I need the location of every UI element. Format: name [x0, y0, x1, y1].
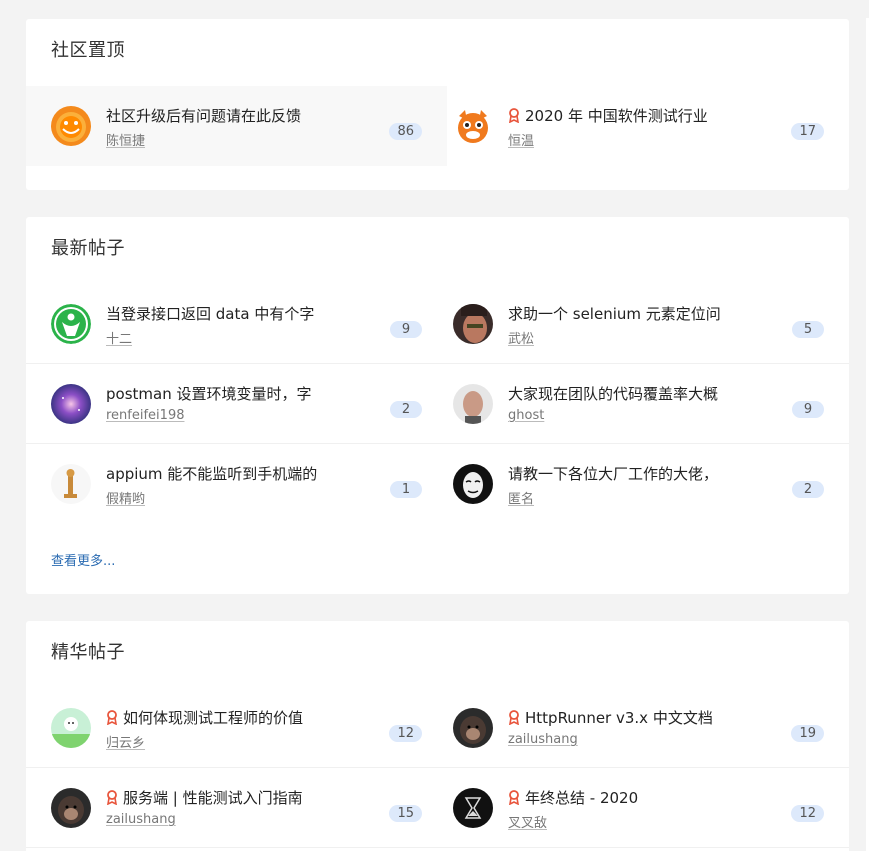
reply-count-badge: 12 — [791, 805, 824, 822]
topic-item[interactable]: postman 设置环境变量时，字 renfeifei198 2 — [26, 364, 447, 444]
user-avatar[interactable] — [453, 384, 493, 424]
topic-title[interactable]: 如何体现测试工程师的价值 — [106, 707, 303, 728]
reply-count-badge: 2 — [390, 401, 422, 418]
topic-author[interactable]: 武松 — [508, 328, 534, 347]
reply-count-badge: 15 — [389, 805, 422, 822]
topic-title[interactable]: 请教一下各位大厂工作的大佬， — [508, 463, 718, 484]
section-title: 精华帖子 — [51, 642, 125, 663]
topic-item[interactable]: 请教一下各位大厂工作的大佬， 匿名 2 — [428, 444, 849, 524]
topic-title[interactable]: 当登录接口返回 data 中有个字 — [106, 303, 314, 324]
topic-author[interactable]: 匿名 — [508, 488, 534, 507]
topic-item[interactable]: 求助一个 selenium 元素定位问 武松 5 — [428, 284, 849, 364]
topic-title[interactable]: 服务端 | 性能测试入门指南 — [106, 787, 303, 808]
pinned-section: 社区置顶 社区升级后有问题请在此反馈 陈恒捷 86 2020 年 中国软件测试行… — [26, 19, 849, 190]
topic-title-text: 服务端 | 性能测试入门指南 — [123, 789, 303, 807]
section-title: 社区置顶 — [51, 40, 125, 61]
user-avatar[interactable] — [453, 464, 493, 504]
user-avatar[interactable] — [453, 304, 493, 344]
latest-section: 最新帖子 当登录接口返回 data 中有个字 十二 9 求助一个 seleniu… — [26, 217, 849, 594]
topic-title[interactable]: appium 能不能监听到手机端的 — [106, 463, 317, 484]
topic-item[interactable]: 如何体现测试工程师的价值 归云乡 12 — [26, 688, 447, 768]
award-ribbon-icon — [107, 790, 117, 805]
topic-title[interactable]: postman 设置环境变量时，字 — [106, 383, 311, 404]
excellent-section: 精华帖子 如何体现测试工程师的价值 归云乡 12 HttpRunner v3.x… — [26, 621, 849, 851]
user-avatar[interactable] — [453, 708, 493, 748]
reply-count-badge: 12 — [389, 725, 422, 742]
user-avatar[interactable] — [51, 106, 91, 146]
topic-author[interactable]: zailushang — [508, 732, 578, 747]
topic-author[interactable]: 陈恒捷 — [106, 130, 145, 149]
reply-count-badge: 5 — [792, 321, 824, 338]
reply-count-badge: 19 — [791, 725, 824, 742]
user-avatar[interactable] — [51, 304, 91, 344]
section-title: 最新帖子 — [51, 238, 125, 259]
topic-item[interactable]: 当登录接口返回 data 中有个字 十二 9 — [26, 284, 447, 364]
topic-item[interactable]: 服务端 | 性能测试入门指南 zailushang 15 — [26, 768, 447, 848]
topic-item[interactable]: 2020 年 中国软件测试行业 恒温 17 — [428, 86, 849, 166]
topic-title[interactable]: 大家现在团队的代码覆盖率大概 — [508, 383, 718, 404]
topic-author[interactable]: renfeifei198 — [106, 408, 184, 423]
topic-title[interactable]: 求助一个 selenium 元素定位问 — [508, 303, 721, 324]
reply-count-badge: 9 — [390, 321, 422, 338]
reply-count-badge: 1 — [390, 481, 422, 498]
topic-title-text: 2020 年 中国软件测试行业 — [525, 107, 708, 125]
topic-title[interactable]: 年终总结 - 2020 — [508, 787, 638, 808]
topic-author[interactable]: ghost — [508, 408, 544, 423]
topic-title[interactable]: HttpRunner v3.x 中文文档 — [508, 707, 713, 728]
reply-count-badge: 2 — [792, 481, 824, 498]
topic-author[interactable]: 叉叉敌 — [508, 812, 547, 831]
user-avatar[interactable] — [51, 384, 91, 424]
topic-title[interactable]: 2020 年 中国软件测试行业 — [508, 105, 708, 126]
topic-title[interactable]: 社区升级后有问题请在此反馈 — [106, 105, 301, 126]
view-more-link[interactable]: 查看更多... — [51, 550, 115, 569]
topic-title-text: 年终总结 - 2020 — [525, 789, 639, 807]
topic-author[interactable]: 十二 — [106, 328, 132, 347]
topic-author[interactable]: zailushang — [106, 812, 176, 827]
topic-author[interactable]: 恒温 — [508, 130, 534, 149]
topic-author[interactable]: 假精哟 — [106, 488, 145, 507]
topic-item[interactable]: appium 能不能监听到手机端的 假精哟 1 — [26, 444, 447, 524]
user-avatar[interactable] — [51, 788, 91, 828]
topic-item[interactable]: HttpRunner v3.x 中文文档 zailushang 19 — [428, 688, 849, 768]
user-avatar[interactable] — [453, 106, 493, 146]
award-ribbon-icon — [107, 710, 117, 725]
user-avatar[interactable] — [51, 464, 91, 504]
award-ribbon-icon — [509, 710, 519, 725]
topic-item[interactable]: 社区升级后有问题请在此反馈 陈恒捷 86 — [26, 86, 447, 166]
award-ribbon-icon — [509, 790, 519, 805]
user-avatar[interactable] — [453, 788, 493, 828]
reply-count-badge: 9 — [792, 401, 824, 418]
user-avatar[interactable] — [51, 708, 91, 748]
topic-item[interactable]: 年终总结 - 2020 叉叉敌 12 — [428, 768, 849, 848]
topic-title-text: 如何体现测试工程师的价值 — [123, 709, 304, 727]
award-ribbon-icon — [509, 108, 519, 123]
topic-item[interactable]: 大家现在团队的代码覆盖率大概 ghost 9 — [428, 364, 849, 444]
reply-count-badge: 17 — [791, 123, 824, 140]
reply-count-badge: 86 — [389, 123, 422, 140]
topic-title-text: HttpRunner v3.x 中文文档 — [525, 709, 713, 727]
topic-author[interactable]: 归云乡 — [106, 732, 145, 751]
